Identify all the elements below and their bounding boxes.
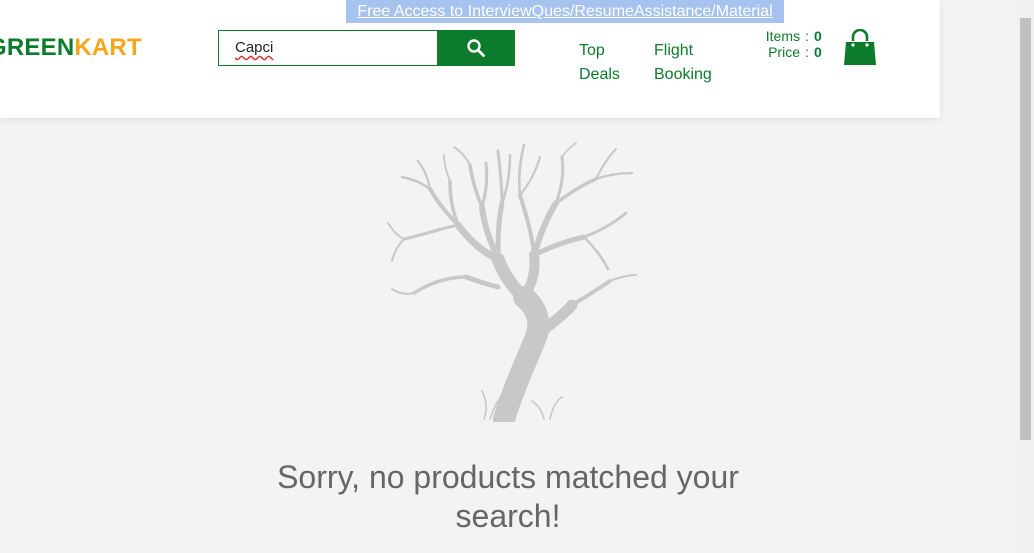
- nav-flight-line2: Booking: [654, 66, 712, 83]
- nav-top-deals[interactable]: Top Deals: [579, 39, 629, 87]
- empty-message-line2: search!: [455, 498, 561, 534]
- empty-search-message: Sorry, no products matched your search!: [258, 458, 758, 536]
- search-form: Capci: [218, 30, 515, 66]
- logo-kart: KART: [74, 34, 142, 61]
- nav-top-deals-line2: Deals: [579, 66, 620, 83]
- search-icon: [467, 39, 485, 57]
- search-button[interactable]: [437, 30, 515, 66]
- cart-items-row: Items : 0: [752, 28, 832, 44]
- brand-logo[interactable]: GREENKART: [0, 34, 142, 62]
- logo-green: GREEN: [0, 34, 75, 61]
- cart-items-label: Items: [765, 28, 800, 44]
- cart-price-colon: :: [805, 44, 809, 60]
- cart-summary: Items : 0 Price : 0: [752, 28, 832, 60]
- search-input-value: Capci: [235, 39, 274, 56]
- nav-top-deals-line1: Top: [579, 42, 605, 59]
- app-viewport: GREENKART Capci Top Deals Flight Booking…: [0, 0, 1034, 553]
- cart-items-colon: :: [805, 28, 809, 44]
- vertical-scrollbar[interactable]: [1017, 0, 1034, 553]
- search-input[interactable]: Capci: [218, 30, 438, 66]
- nav-flight-booking[interactable]: Flight Booking: [654, 39, 724, 87]
- cart-price-value: 0: [814, 44, 822, 60]
- promo-link[interactable]: Free Access to InterviewQues/ResumeAssis…: [346, 0, 784, 23]
- empty-message-line1: Sorry, no products matched your: [277, 459, 739, 495]
- shopping-bag-icon[interactable]: [843, 29, 877, 65]
- cart-price-row: Price : 0: [752, 44, 832, 60]
- bare-tree-illustration: [387, 142, 637, 422]
- cart-price-label: Price: [768, 44, 800, 60]
- scrollbar-thumb[interactable]: [1020, 18, 1031, 440]
- nav-flight-line1: Flight: [654, 42, 694, 59]
- cart-items-value: 0: [814, 28, 822, 44]
